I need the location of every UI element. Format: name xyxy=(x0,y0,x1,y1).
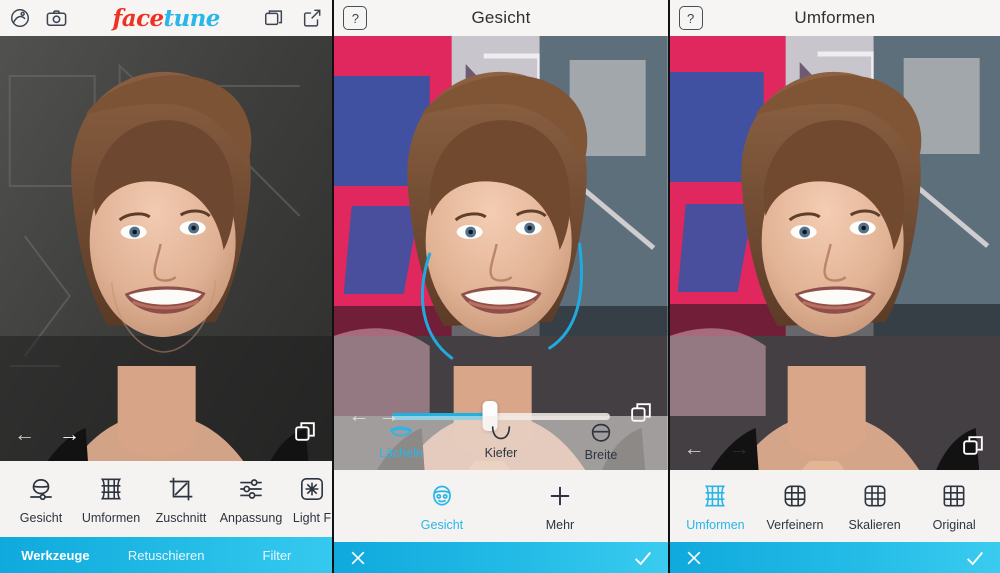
subtool-kiefer[interactable]: Kiefer xyxy=(470,422,532,462)
tool-skalieren[interactable]: Skalieren xyxy=(840,481,910,532)
tool-label: Mehr xyxy=(545,517,575,532)
undo-button[interactable]: ← xyxy=(14,424,35,445)
page-title: Gesicht xyxy=(471,8,531,27)
tool-label: Gesicht xyxy=(420,517,464,532)
subtool-breite[interactable]: Breite xyxy=(570,422,632,462)
redo-button[interactable]: → xyxy=(729,438,750,459)
help-button[interactable]: ? xyxy=(678,6,703,30)
tool-umformen[interactable]: Umformen xyxy=(680,481,750,532)
panel3-toolbar: Umformen Verfeinern Skalieren Original xyxy=(669,470,1000,542)
panel3-topbar: ? Umformen xyxy=(669,0,1000,36)
tab-werkzeuge[interactable]: Werkzeuge xyxy=(0,548,111,563)
tool-anpassung[interactable]: Anpassung xyxy=(216,474,286,525)
undo-button[interactable]: ← xyxy=(684,438,705,459)
panel-editor-home: facetune ← → Gesicht Umformen Zuschnitt … xyxy=(0,0,333,573)
panel-gesicht-editor: ? Gesicht ← → Lächeln Kiefer Breite Gesi… xyxy=(332,0,670,573)
subtool-label: Lächeln xyxy=(379,446,423,460)
subtool-label: Kiefer xyxy=(484,446,518,460)
panel3-actionbar xyxy=(669,542,1000,573)
panel1-toolbar: Gesicht Umformen Zuschnitt Anpassung Lig… xyxy=(0,461,333,537)
logo-tune-text: tune xyxy=(163,4,221,32)
tool-gesicht[interactable]: Gesicht xyxy=(407,481,477,532)
tool-verfeinern[interactable]: Verfeinern xyxy=(760,481,830,532)
tool-label: Original xyxy=(932,517,976,532)
panel2-toolbar: Gesicht Mehr xyxy=(334,470,668,542)
panel-umformen-editor: ? Umformen ← → Umformen Verfeinern Skali… xyxy=(669,0,1000,573)
subtool-label: Breite xyxy=(584,448,618,462)
logo-face-text: face xyxy=(112,4,164,32)
panel2-actionbar xyxy=(334,542,668,573)
screenshot-stage: facetune ← → Gesicht Umformen Zuschnitt … xyxy=(0,0,1000,573)
tab-filter[interactable]: Filter xyxy=(222,548,333,563)
compare-icon[interactable] xyxy=(293,419,318,449)
subtool-laecheln[interactable]: Lächeln xyxy=(370,422,432,462)
tool-umformen[interactable]: Umformen xyxy=(76,474,146,525)
tool-label: Light F xyxy=(292,510,332,525)
panel2-subtools: Lächeln Kiefer Breite xyxy=(334,416,668,470)
tool-label: Umformen xyxy=(686,517,745,532)
redo-button[interactable]: → xyxy=(59,424,80,445)
tab-retuschieren[interactable]: Retuschieren xyxy=(111,548,222,563)
tool-original[interactable]: Original xyxy=(919,481,989,532)
panel1-tabbar: Werkzeuge Retuschieren Filter xyxy=(0,537,333,573)
confirm-button[interactable] xyxy=(632,547,654,569)
page-title: Umformen xyxy=(794,8,876,27)
tool-label: Gesicht xyxy=(19,510,63,525)
tool-label: Skalieren xyxy=(848,517,901,532)
panel2-topbar: ? Gesicht xyxy=(334,0,668,36)
tool-label: Verfeinern xyxy=(766,517,824,532)
help-button[interactable]: ? xyxy=(343,6,368,30)
panel1-overlay-controls: ← → xyxy=(0,417,332,451)
panel3-overlay-controls: ← → xyxy=(670,431,1000,465)
tool-label: Umformen xyxy=(81,510,141,525)
cancel-button[interactable] xyxy=(348,548,368,568)
confirm-button[interactable] xyxy=(964,547,986,569)
tool-zuschnitt[interactable]: Zuschnitt xyxy=(146,474,216,525)
cancel-button[interactable] xyxy=(684,548,704,568)
panel1-topbar: facetune xyxy=(0,0,333,36)
facetune-logo: facetune xyxy=(0,5,332,32)
tool-label: Anpassung xyxy=(219,510,283,525)
tool-gesicht[interactable]: Gesicht xyxy=(6,474,76,525)
tool-label: Zuschnitt xyxy=(155,510,207,525)
tool-light-fx[interactable]: Light F xyxy=(286,474,332,525)
tool-mehr[interactable]: Mehr xyxy=(525,481,595,532)
compare-icon[interactable] xyxy=(961,433,986,463)
